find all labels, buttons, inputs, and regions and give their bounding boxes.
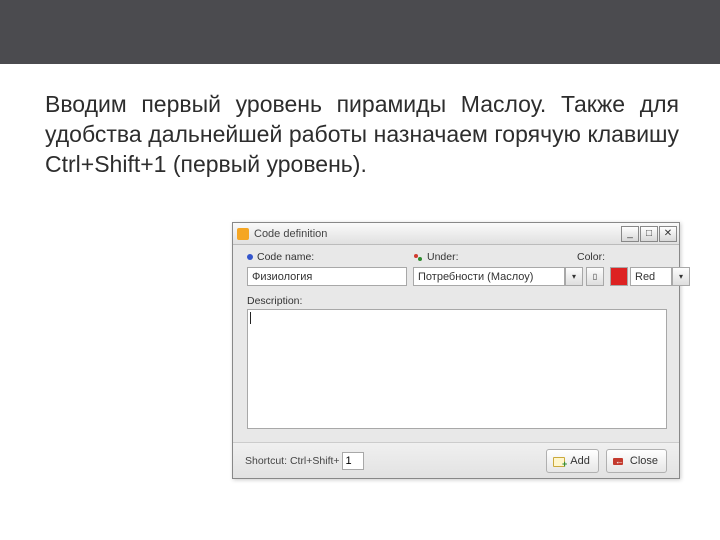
under-label: Under: (427, 251, 459, 263)
close-icon (613, 455, 625, 467)
close-button[interactable]: Close (606, 449, 667, 473)
color-dropdown-button[interactable]: ▾ (672, 267, 690, 286)
slide-intro-text: Вводим первый уровень пирамиды Маслоу. Т… (45, 90, 679, 180)
color-label: Color: (577, 251, 605, 263)
window-buttons: _ □ ✕ (621, 226, 679, 242)
slide-header-bar (0, 0, 720, 64)
under-picker-button[interactable]: ▯ (586, 267, 604, 286)
code-definition-dialog: Code definition _ □ ✕ Code name: Under: … (232, 222, 680, 479)
code-name-label: Code name: (257, 251, 314, 263)
add-button[interactable]: Add (546, 449, 599, 473)
minimize-button[interactable]: _ (621, 226, 639, 242)
field-labels-row: Code name: Under: Color: (233, 251, 679, 263)
dialog-title: Code definition (254, 228, 621, 240)
titlebar[interactable]: Code definition _ □ ✕ (233, 223, 679, 245)
field-inputs-row: ▾ ▯ ▾ (233, 267, 679, 286)
close-window-button[interactable]: ✕ (659, 226, 677, 242)
dialog-footer: Shortcut: Ctrl+Shift+ Add Close (233, 442, 679, 478)
description-textarea[interactable] (247, 309, 667, 429)
app-icon (237, 228, 249, 240)
under-dropdown-button[interactable]: ▾ (565, 267, 583, 286)
description-label: Description: (247, 295, 302, 307)
add-button-label: Add (570, 455, 590, 467)
close-button-label: Close (630, 455, 658, 467)
color-select-input[interactable] (630, 267, 672, 286)
bullet-icon (247, 254, 253, 260)
maximize-button[interactable]: □ (640, 226, 658, 242)
add-icon (553, 455, 565, 467)
shortcut-label: Shortcut: Ctrl+Shift+ (245, 455, 340, 467)
under-select-input[interactable] (413, 267, 565, 286)
color-swatch[interactable] (610, 267, 628, 286)
code-name-input[interactable] (247, 267, 407, 286)
shortcut-input[interactable] (342, 452, 364, 470)
hierarchy-icon (413, 252, 423, 262)
text-cursor (250, 312, 251, 324)
